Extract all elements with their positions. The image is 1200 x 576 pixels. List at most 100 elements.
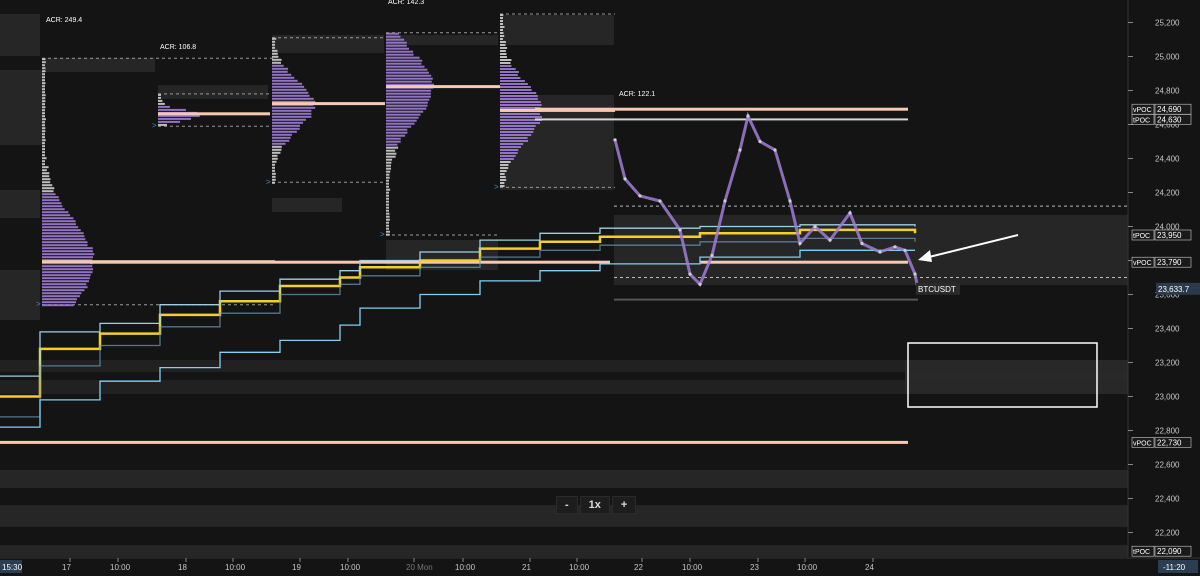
profile-bar [386, 141, 401, 143]
y-tick-label: 24,800 [1155, 87, 1180, 96]
profile-bar [386, 189, 390, 191]
profile-bar [272, 107, 315, 109]
profile-bar [386, 57, 420, 59]
shaded-zone [45, 58, 155, 72]
profile-bar [42, 76, 45, 78]
profile-bar [386, 78, 433, 80]
profile-bar [272, 143, 286, 145]
profile-bar [272, 56, 278, 58]
profile-bar [42, 199, 59, 201]
x-tick-label: 10:00 [340, 563, 361, 572]
profile-bar [42, 286, 88, 288]
profile-bar [42, 211, 68, 213]
level-value: 22,730 [1157, 438, 1182, 447]
acr-label: ACR: 122.1 [619, 91, 655, 98]
profile-bar [42, 157, 47, 159]
profile-bar [272, 110, 311, 112]
profile-bar [42, 145, 45, 147]
zoom-in-button[interactable]: + [612, 496, 636, 514]
profile-bar [272, 119, 306, 121]
profile-bar [386, 168, 391, 170]
profile-bar [42, 223, 76, 225]
profile-bar [42, 118, 46, 120]
profile-bar [386, 93, 431, 95]
vpoc-line [700, 261, 908, 264]
profile-bar [386, 177, 390, 179]
acr-label: ACR: 142.3 [388, 0, 424, 6]
profile-bar [386, 54, 414, 56]
level-tag: tPOC [1133, 233, 1150, 240]
profile-bar [42, 142, 45, 144]
btc-chart[interactable]: > > > > > ACR: 249.4 ACR: 106.8 ACR: 142.3 ACR: … [0, 0, 1200, 576]
level-tag: vPOC [1133, 260, 1152, 267]
profile-bar [386, 129, 407, 131]
profile-bar [500, 29, 503, 31]
profile-bar [386, 216, 390, 218]
x-tick-label: 19 [292, 563, 301, 572]
profile-bar [386, 39, 404, 41]
poc-line [158, 112, 270, 115]
profile-bar [272, 179, 276, 181]
profile-bar [42, 103, 45, 105]
price-point [828, 239, 831, 242]
shaded-zone [272, 198, 342, 212]
profile-bar [386, 144, 397, 146]
acr-label: ACR: 249.4 [46, 17, 82, 24]
profile-bar [500, 92, 536, 94]
profile-bar [272, 59, 282, 61]
profile-bar [500, 47, 507, 49]
profile-bar [158, 103, 165, 105]
profile-bar [500, 20, 503, 22]
profile-bar [500, 65, 511, 67]
profile-bar [158, 100, 162, 102]
profile-bar [500, 164, 508, 166]
profile-bar [42, 61, 46, 63]
price-point [813, 225, 816, 228]
profile-bar [42, 217, 73, 219]
profile-bar [500, 32, 504, 34]
profile-bar [386, 201, 389, 203]
profile-bar [386, 60, 422, 62]
profile-bar [500, 59, 511, 61]
profile-bar [386, 48, 409, 50]
profile-marker-icon: > [380, 230, 385, 239]
profile-bar [500, 17, 503, 19]
profile-bar [42, 172, 49, 174]
profile-bar [42, 247, 93, 249]
profile-bar [500, 128, 534, 130]
price-point [723, 199, 726, 202]
profile-bar [272, 80, 298, 82]
level-value: 24,690 [1157, 105, 1182, 114]
profile-bar [386, 114, 420, 116]
zoom-out-button[interactable]: - [556, 496, 578, 514]
profile-bar [386, 162, 391, 164]
profile-bar [500, 35, 504, 37]
profile-bar [42, 253, 94, 255]
profile-bar [158, 118, 191, 120]
profile-bar [386, 42, 407, 44]
x-tick-label: 10:00 [569, 563, 590, 572]
profile-bar [272, 62, 281, 64]
profile-bar [386, 132, 407, 134]
profile-bar [42, 181, 50, 183]
profile-bar [386, 105, 427, 107]
price-point [848, 211, 851, 214]
profile-bar [42, 109, 45, 111]
profile-bar [42, 85, 45, 87]
price-point [788, 199, 791, 202]
profile-bar [42, 64, 45, 66]
profile-bar [42, 163, 45, 165]
profile-bar [272, 167, 275, 169]
x-tick-label: 18 [178, 563, 187, 572]
profile-marker-icon: > [494, 182, 499, 191]
profile-bar [500, 74, 518, 76]
shaded-zone [500, 15, 614, 45]
profile-bar [272, 164, 275, 166]
profile-bar [42, 244, 88, 246]
price-point [678, 228, 681, 231]
y-tick-label: 22,800 [1155, 427, 1180, 436]
profile-bar [500, 53, 506, 55]
profile-bar [42, 139, 46, 141]
profile-bar [500, 80, 525, 82]
profile-bar [272, 53, 278, 55]
